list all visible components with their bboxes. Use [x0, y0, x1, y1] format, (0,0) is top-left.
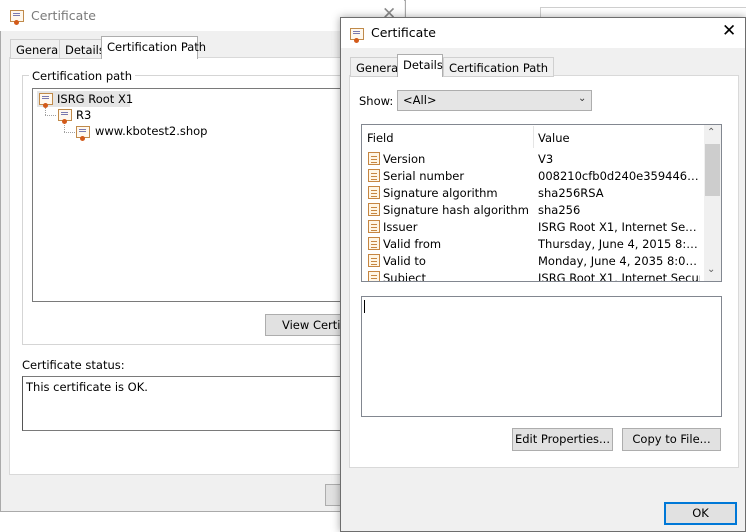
field-detail-textbox[interactable]	[361, 296, 722, 417]
text-caret	[364, 300, 365, 313]
field-value[interactable]: Thursday, June 4, 2015 8:04:...	[538, 237, 700, 251]
field-name[interactable]: Subject	[383, 271, 426, 281]
field-value[interactable]: sha256RSA	[538, 186, 700, 200]
field-value[interactable]: 008210cfb0d240e3594463e0b...	[538, 169, 700, 183]
chevron-down-icon[interactable]: ⌄	[578, 93, 586, 104]
field-icon	[368, 237, 380, 250]
field-name[interactable]: Version	[383, 152, 425, 166]
show-label: Show:	[359, 94, 394, 108]
certificate-icon	[39, 93, 53, 108]
certificate-icon	[10, 10, 24, 25]
certificate-icon	[58, 109, 72, 124]
field-name[interactable]: Valid from	[383, 237, 441, 251]
certificate-status-text: This certificate is OK.	[26, 380, 148, 394]
column-divider[interactable]	[533, 126, 534, 148]
tab-certification-path[interactable]: Certification Path	[443, 57, 555, 77]
field-icon	[368, 169, 380, 182]
field-name[interactable]: Valid to	[383, 254, 426, 268]
tab-details[interactable]: Details	[397, 54, 443, 77]
scroll-down-icon[interactable]: ⌄	[707, 264, 715, 275]
clipped-row: Subject ISRG Root X1, Internet Securi...	[362, 270, 704, 281]
field-value[interactable]: ISRG Root X1, Internet Securi...	[538, 271, 700, 281]
field-name[interactable]: Signature algorithm	[383, 186, 498, 200]
copy-to-file-button[interactable]: Copy to File...	[622, 428, 721, 451]
field-value[interactable]: Monday, June 4, 2035 8:04:3...	[538, 254, 700, 268]
certificate-status-label: Certificate status:	[22, 358, 125, 372]
tab-certification-path[interactable]: Certification Path	[101, 36, 206, 59]
tree-connector	[45, 115, 56, 116]
front-window-title: Certificate	[371, 25, 436, 40]
field-name[interactable]: Issuer	[383, 220, 417, 234]
tree-item-root[interactable]: ISRG Root X1	[57, 92, 133, 106]
tree-item-intermediate[interactable]: R3	[76, 108, 91, 122]
ok-button[interactable]: OK	[664, 502, 737, 525]
field-icon	[368, 152, 380, 165]
field-value[interactable]: ISRG Root X1, Internet Securi...	[538, 220, 700, 234]
close-icon[interactable]: ✕	[722, 21, 736, 41]
field-value[interactable]: sha256	[538, 203, 700, 217]
field-name[interactable]: Serial number	[383, 169, 464, 183]
show-dropdown[interactable]: <All>	[397, 90, 592, 111]
field-icon	[368, 271, 380, 281]
column-header-field[interactable]: Field	[367, 131, 394, 145]
scrollbar-thumb[interactable]	[705, 144, 720, 196]
field-icon	[368, 220, 380, 233]
field-value[interactable]: V3	[538, 152, 700, 166]
field-icon	[368, 203, 380, 216]
certificate-icon	[350, 28, 364, 43]
certification-path-label: Certification path	[29, 69, 135, 83]
field-icon	[368, 186, 380, 199]
certificate-icon	[76, 126, 90, 141]
field-name[interactable]: Signature hash algorithm	[383, 203, 529, 217]
scroll-up-icon[interactable]: ⌃	[707, 127, 715, 138]
edit-properties-button[interactable]: Edit Properties...	[512, 428, 613, 451]
field-icon	[368, 254, 380, 267]
tree-connector	[64, 132, 75, 133]
tree-item-leaf[interactable]: www.kbotest2.shop	[95, 124, 207, 138]
back-window-title: Certificate	[31, 8, 96, 23]
column-header-value[interactable]: Value	[538, 131, 570, 145]
